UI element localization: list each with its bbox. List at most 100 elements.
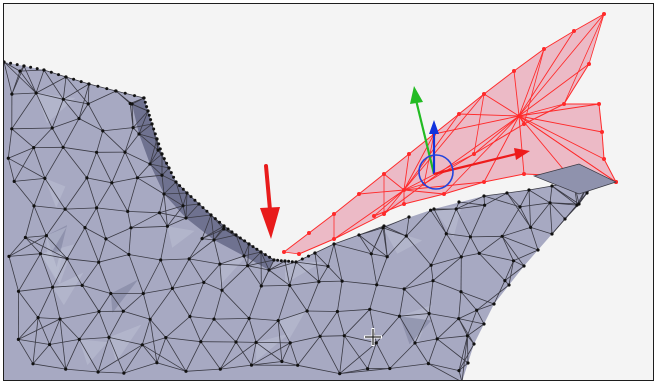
selected-vertex bbox=[602, 157, 606, 161]
mesh-vertex bbox=[222, 224, 226, 228]
selected-vertex bbox=[522, 172, 526, 176]
selected-vertex bbox=[482, 92, 486, 96]
mesh-vertex bbox=[184, 369, 188, 373]
mesh-vertex bbox=[61, 97, 65, 101]
mesh-vertex bbox=[36, 316, 40, 320]
mesh-vertex bbox=[267, 268, 271, 272]
mesh-vertex bbox=[97, 309, 101, 314]
mesh-vertex bbox=[130, 102, 134, 106]
mesh-vertex bbox=[16, 337, 20, 341]
mesh-vertex bbox=[482, 194, 486, 198]
mesh-vertex bbox=[57, 73, 60, 77]
mesh-vertex bbox=[332, 242, 336, 246]
mesh-vertex bbox=[122, 371, 126, 375]
mesh-vertex bbox=[22, 64, 26, 68]
mesh-vertex bbox=[287, 259, 291, 263]
selected-vertex bbox=[402, 188, 406, 192]
mesh-vertex bbox=[296, 363, 300, 367]
mesh-vertex bbox=[527, 188, 531, 192]
mesh-vertex bbox=[193, 198, 197, 202]
mesh-vertex bbox=[187, 257, 191, 261]
mesh-vertex bbox=[61, 145, 65, 149]
mesh-vertex bbox=[96, 84, 100, 88]
mesh-vertex bbox=[79, 80, 83, 84]
mesh-vertex bbox=[209, 213, 213, 217]
mesh-vertex bbox=[42, 68, 46, 72]
mesh-vertex bbox=[18, 69, 22, 73]
selected-vertex bbox=[542, 47, 546, 51]
mesh-vertex bbox=[357, 233, 361, 237]
mesh-vertex bbox=[85, 176, 89, 180]
mesh-vertex bbox=[230, 230, 234, 234]
mesh-scene[interactable] bbox=[4, 4, 654, 381]
mesh-vertex bbox=[137, 132, 141, 136]
mesh-vertex bbox=[375, 283, 379, 287]
mesh-vertex bbox=[305, 309, 309, 313]
mesh-vertex bbox=[338, 372, 342, 376]
mesh-vertex bbox=[162, 157, 166, 161]
mesh-vertex bbox=[96, 370, 100, 374]
mesh-vertex bbox=[404, 234, 408, 238]
mesh-vertex bbox=[283, 259, 287, 263]
mesh-vertex bbox=[153, 132, 157, 136]
mesh-vertex bbox=[465, 334, 469, 338]
mesh-vertex bbox=[157, 211, 162, 215]
mesh-vertex bbox=[165, 161, 169, 165]
mesh-vertex bbox=[460, 380, 463, 381]
mesh-vertex bbox=[31, 362, 35, 366]
mesh-vertex bbox=[251, 245, 255, 249]
mesh-vertex bbox=[205, 209, 209, 213]
mesh-vertex bbox=[218, 262, 222, 266]
mesh-vertex bbox=[280, 359, 284, 364]
mesh-vertex bbox=[114, 89, 118, 93]
mesh-vertex bbox=[313, 251, 317, 255]
mesh-vertex bbox=[87, 82, 91, 86]
mesh-vertex bbox=[152, 127, 156, 131]
mesh-vertex bbox=[213, 217, 217, 221]
mesh-vertex bbox=[129, 226, 133, 230]
selected-vertex bbox=[562, 102, 566, 106]
mesh-vertex bbox=[49, 70, 53, 74]
mesh-vertex bbox=[165, 224, 169, 228]
mesh-vertex bbox=[307, 254, 310, 258]
mesh-vertex bbox=[185, 191, 189, 195]
selected-vertex bbox=[522, 122, 526, 126]
3d-viewport[interactable] bbox=[3, 3, 654, 381]
mesh-vertex bbox=[459, 290, 463, 294]
mesh-vertex bbox=[238, 236, 242, 240]
mesh-vertex bbox=[407, 215, 411, 219]
mesh-vertex bbox=[200, 237, 204, 241]
mesh-vertex bbox=[435, 337, 439, 341]
mesh-vertex bbox=[107, 335, 111, 339]
mesh-vertex bbox=[477, 251, 481, 255]
mesh-vertex bbox=[222, 227, 226, 231]
selected-vertex bbox=[332, 212, 336, 216]
mesh-vertex bbox=[148, 317, 152, 321]
mesh-vertex bbox=[522, 264, 526, 268]
mesh-vertex bbox=[300, 257, 304, 261]
mesh-vertex bbox=[369, 252, 373, 256]
mesh-vertex bbox=[457, 200, 461, 204]
mesh-vertex bbox=[63, 207, 67, 211]
selected-vertex bbox=[407, 152, 411, 156]
mesh-vertex bbox=[6, 156, 10, 160]
mesh-edge bbox=[256, 342, 291, 344]
mesh-vertex bbox=[550, 232, 554, 236]
mesh-vertex bbox=[95, 150, 99, 154]
mesh-vertex bbox=[140, 343, 144, 347]
selected-vertex bbox=[482, 180, 486, 184]
mesh-vertex bbox=[255, 247, 259, 251]
mesh-vertex bbox=[123, 150, 127, 154]
mesh-vertex bbox=[133, 94, 136, 98]
mesh-vertex bbox=[157, 142, 161, 146]
mesh-vertex bbox=[162, 192, 166, 196]
mesh-vertex bbox=[158, 147, 162, 151]
mesh-vertex bbox=[483, 203, 487, 207]
mesh-vertex bbox=[160, 152, 164, 156]
mesh-vertex bbox=[43, 176, 47, 180]
mesh-vertex bbox=[429, 263, 433, 267]
mesh-vertex bbox=[468, 235, 472, 239]
mesh-vertex bbox=[181, 187, 185, 191]
mesh-vertex bbox=[105, 87, 109, 91]
mesh-vertex bbox=[10, 92, 14, 96]
